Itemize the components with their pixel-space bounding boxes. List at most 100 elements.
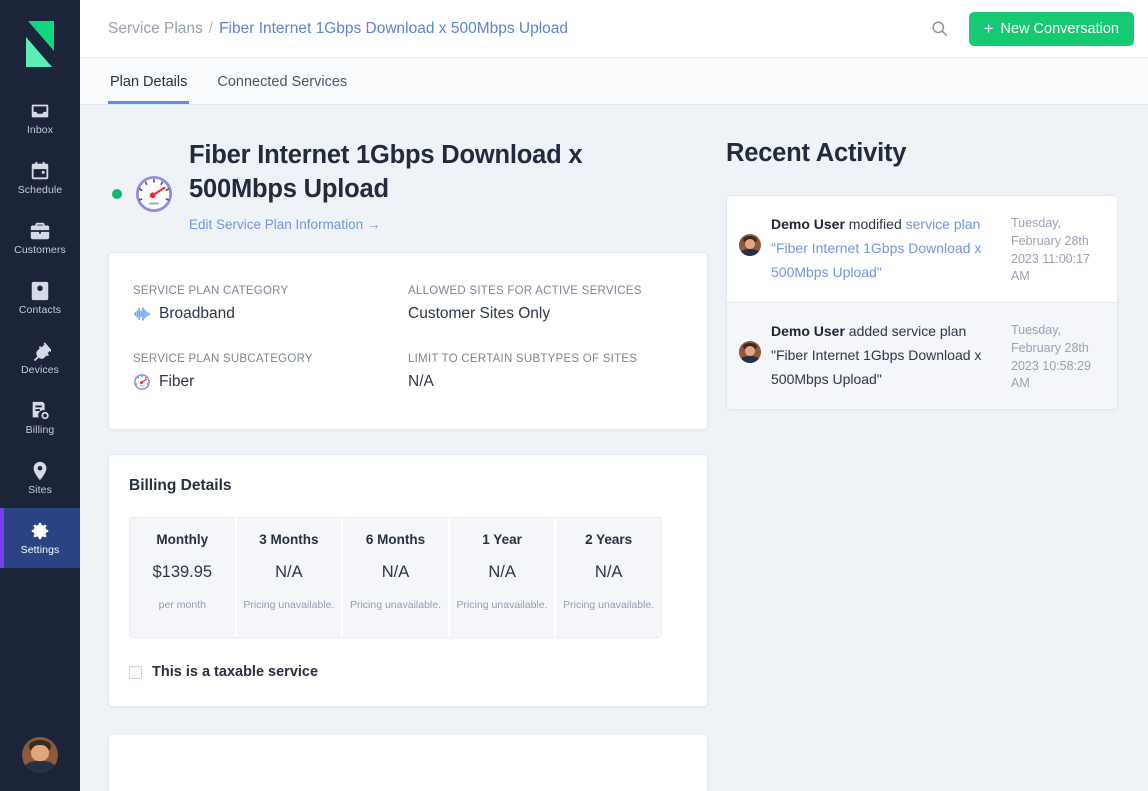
pricing-note: per month [158, 599, 206, 612]
top-bar-actions: + New Conversation [927, 11, 1134, 46]
sidebar-item-label: Billing [25, 424, 55, 437]
new-conversation-button[interactable]: + New Conversation [968, 11, 1134, 46]
pricing-amount: $139.95 [152, 563, 213, 582]
search-button[interactable] [927, 16, 953, 42]
detail-allowed-sites: ALLOWED SITES FOR ACTIVE SERVICES Custom… [408, 285, 683, 323]
detail-value: Broadband [159, 305, 235, 323]
page-title: Fiber Internet 1Gbps Download x 500Mbps … [189, 141, 583, 203]
pricing-amount: N/A [381, 563, 410, 582]
sidebar-item-label: Contacts [18, 304, 62, 317]
tab-plan-details[interactable]: Plan Details [108, 74, 190, 104]
detail-label: SERVICE PLAN SUBCATEGORY [133, 353, 313, 366]
recent-activity-list: Demo User modified service plan "Fiber I… [726, 195, 1118, 410]
breadcrumb: Service Plans / Fiber Internet 1Gbps Dow… [108, 20, 568, 38]
sidebar-item-settings[interactable]: Settings [0, 508, 80, 568]
sidebar-item-contacts[interactable]: Contacts [0, 268, 80, 328]
tab-connected-services[interactable]: Connected Services [215, 74, 349, 104]
sidebar-item-inbox[interactable]: Inbox [0, 88, 80, 148]
logo-container[interactable] [0, 0, 80, 88]
activity-item[interactable]: Demo User added service plan "Fiber Inte… [727, 303, 1117, 409]
pricing-column-monthly: Monthly $139.95 per month [130, 518, 237, 638]
sidebar-item-sites[interactable]: Sites [0, 448, 80, 508]
detail-value-row: Fiber [133, 373, 408, 391]
account-avatar[interactable] [22, 737, 58, 773]
sidebar-item-label: Devices [20, 364, 60, 377]
search-icon [932, 21, 948, 37]
breadcrumb-service-plans[interactable]: Service Plans [108, 20, 203, 38]
activity-timestamp: Tuesday, February 28th 2023 10:58:29 AM [1011, 323, 1091, 391]
status-indicator-dot [112, 189, 122, 199]
pricing-term: 2 Years [585, 532, 633, 548]
detail-service-plan-subcategory: SERVICE PLAN SUBCATEGORY Fiber [133, 353, 408, 391]
detail-grid: SERVICE PLAN CATEGORY Broadband ALLOWED … [133, 285, 683, 391]
speedometer-icon [133, 173, 175, 215]
signal-bars-icon [133, 305, 151, 323]
sidebar-item-customers[interactable]: Customers [0, 208, 80, 268]
invoice-icon [29, 400, 51, 422]
activity-text: Demo User modified service plan "Fiber I… [771, 212, 1001, 285]
activity-entity-text: "Fiber Internet 1Gbps Download x 500Mbps… [771, 347, 982, 388]
sidebar-item-label: Customers [14, 244, 66, 257]
service-plan-details-card: SERVICE PLAN CATEGORY Broadband ALLOWED … [108, 252, 708, 431]
pricing-note: Pricing unavailable. [563, 599, 655, 612]
sidebar-item-schedule[interactable]: Schedule [0, 148, 80, 208]
briefcase-icon [29, 220, 51, 242]
speedometer-icon [133, 373, 151, 391]
detail-service-plan-category: SERVICE PLAN CATEGORY Broadband [133, 285, 408, 323]
left-column: Fiber Internet 1Gbps Download x 500Mbps … [108, 105, 708, 791]
recent-activity-title: Recent Activity [726, 139, 907, 167]
pricing-term: 1 Year [482, 532, 522, 548]
plus-icon: + [983, 19, 994, 38]
taxable-service-checkbox[interactable] [129, 665, 142, 679]
taxable-service-label: This is a taxable service [152, 664, 319, 681]
activity-action: added service plan [844, 323, 967, 339]
sidebar-item-label: Settings [20, 544, 60, 557]
sidebar-item-label: Inbox [26, 124, 54, 137]
sidebar-item-devices[interactable]: Devices [0, 328, 80, 388]
activity-timestamp: Tuesday, February 28th 2023 11:00:17 AM [1011, 216, 1091, 284]
pricing-column-2-years: 2 Years N/A Pricing unavailable. [556, 518, 661, 638]
avatar-face [22, 737, 58, 773]
activity-action: modified [844, 216, 906, 232]
tab-bar: Plan Details Connected Services [80, 58, 1148, 105]
pricing-term: Monthly [156, 532, 209, 548]
pricing-amount: N/A [594, 563, 623, 582]
detail-value-row: Customer Sites Only [408, 305, 683, 323]
sidebar-item-billing[interactable]: Billing [0, 388, 80, 448]
avatar [739, 234, 761, 256]
pricing-amount: N/A [488, 563, 516, 582]
activity-user: Demo User [771, 323, 845, 339]
plan-header: Fiber Internet 1Gbps Download x 500Mbps … [108, 105, 708, 234]
breadcrumb-current[interactable]: Fiber Internet 1Gbps Download x 500Mbps … [219, 20, 568, 38]
detail-label: LIMIT TO CERTAIN SUBTYPES OF SITES [408, 353, 638, 366]
detail-value: Customer Sites Only [408, 305, 551, 323]
page-content: Fiber Internet 1Gbps Download x 500Mbps … [80, 105, 1148, 791]
pricing-column-1-year: 1 Year N/A Pricing unavailable. [449, 518, 557, 638]
detail-limit-subtypes: LIMIT TO CERTAIN SUBTYPES OF SITES N/A [408, 353, 683, 391]
sidebar: Inbox Schedule Customers Contacts Device… [0, 0, 80, 791]
avatar [739, 341, 761, 363]
edit-service-plan-link[interactable]: Edit Service Plan Information → [189, 217, 380, 232]
new-conversation-label: New Conversation [1000, 20, 1119, 37]
sidebar-item-label: Schedule [17, 184, 63, 197]
sidebar-item-label: Sites [28, 484, 52, 497]
nautical-n-logo [26, 21, 54, 67]
activity-user: Demo User [771, 216, 845, 232]
pricing-table: Monthly $139.95 per month 3 Months N/A P… [129, 517, 662, 639]
detail-value-row: N/A [408, 373, 683, 391]
pricing-amount: N/A [275, 563, 303, 582]
activity-item[interactable]: Demo User modified service plan "Fiber I… [727, 196, 1117, 303]
app-root: Inbox Schedule Customers Contacts Device… [0, 0, 1148, 791]
taxable-service-row[interactable]: This is a taxable service [129, 664, 687, 680]
sidebar-nav: Inbox Schedule Customers Contacts Device… [0, 88, 80, 568]
activity-text: Demo User added service plan "Fiber Inte… [771, 319, 1001, 392]
additional-details-card [108, 733, 708, 791]
contact-card-icon [29, 280, 51, 302]
pricing-column-3-months: 3 Months N/A Pricing unavailable. [236, 518, 344, 638]
detail-value: N/A [408, 373, 434, 391]
gear-icon [29, 520, 51, 542]
activity-body: Demo User added service plan "Fiber Inte… [771, 319, 1001, 392]
breadcrumb-separator: / [208, 19, 214, 37]
activity-body: Demo User modified service plan "Fiber I… [771, 212, 1001, 285]
main-region: Service Plans / Fiber Internet 1Gbps Dow… [80, 0, 1148, 791]
